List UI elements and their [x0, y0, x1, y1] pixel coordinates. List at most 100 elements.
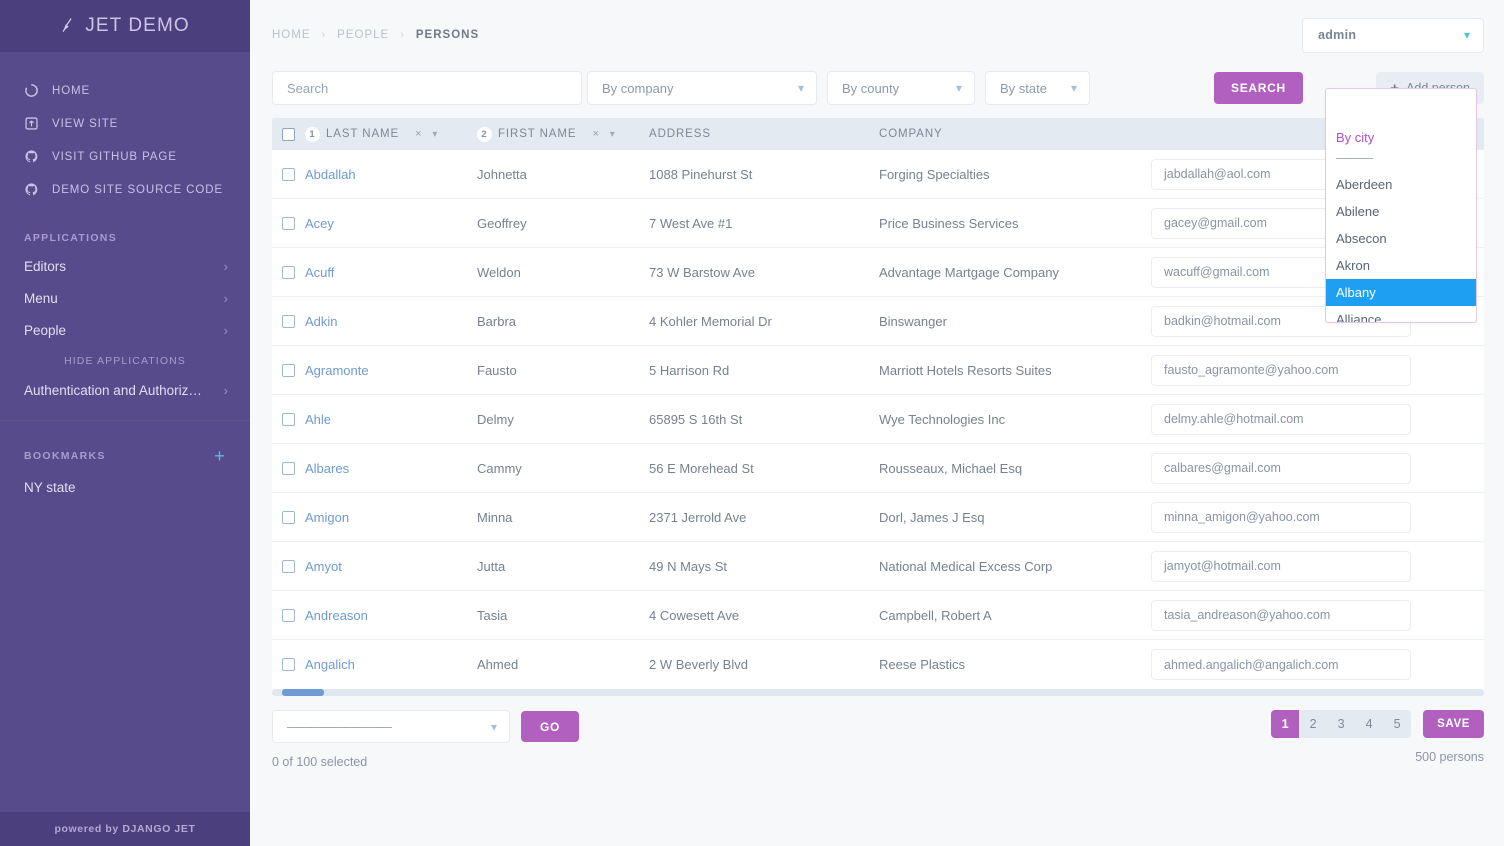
person-email-input[interactable]: minna_amigon@yahoo.com	[1151, 501, 1411, 533]
brand-header[interactable]: JET DEMO	[0, 0, 250, 52]
dropdown-option[interactable]: Absecon	[1326, 225, 1476, 252]
sidebar-app-people[interactable]: People ›	[0, 314, 250, 346]
row-checkbox[interactable]	[282, 265, 295, 279]
filter-by-county[interactable]: By county ▾	[827, 71, 975, 105]
row-checkbox[interactable]	[282, 363, 295, 377]
pagination-page-2[interactable]: 2	[1299, 710, 1327, 738]
search-input-wrap[interactable]	[272, 71, 582, 105]
person-last-name-link[interactable]: Acuff	[305, 265, 334, 280]
person-company: National Medical Excess Corp	[879, 558, 1053, 574]
select-all-checkbox[interactable]	[282, 127, 295, 141]
person-last-name-link[interactable]: Agramonte	[305, 363, 369, 378]
dropdown-option[interactable]: Alliance	[1326, 306, 1476, 322]
person-last-name-link[interactable]: Acey	[305, 216, 334, 231]
bottom-toolbar: ————————— ▾ GO 0 of 100 selected 12345 S…	[250, 696, 1504, 769]
remove-sort-icon[interactable]: ×	[592, 128, 599, 140]
table-row: Acey Geoffrey 7 West Ave #1 Price Business …	[272, 199, 1484, 248]
column-header-address[interactable]: ADDRESS	[649, 128, 879, 140]
scrollbar-thumb[interactable]	[282, 689, 324, 696]
column-header-company[interactable]: COMPANY	[879, 128, 1151, 140]
filter-by-company[interactable]: By company ▾	[587, 71, 817, 105]
person-email-cell: delmy.ahle@hotmail.com	[1151, 403, 1484, 435]
person-email-input[interactable]: jamyot@hotmail.com	[1151, 550, 1411, 582]
person-company: Price Business Services	[879, 215, 1019, 231]
person-address: 1088 Pinehurst St	[649, 166, 753, 182]
row-checkbox[interactable]	[282, 510, 295, 524]
chevron-right-icon: ›	[321, 29, 327, 41]
sidebar-item-home[interactable]: HOME	[0, 74, 250, 107]
go-button[interactable]: GO	[521, 711, 580, 742]
column-header-first-name[interactable]: 2 FIRST NAME × ▾	[477, 126, 649, 142]
chevron-down-icon[interactable]: ▾	[432, 129, 438, 140]
row-checkbox[interactable]	[282, 658, 295, 671]
row-select-cell	[272, 314, 305, 328]
column-header-label: LAST NAME	[326, 128, 400, 140]
user-menu-dropdown[interactable]: admin ▾	[1302, 17, 1484, 53]
top-bar: HOME › PEOPLE › PERSONS admin ▾	[250, 0, 1504, 70]
sidebar-app-auth[interactable]: Authentication and Authoriz… ›	[0, 374, 250, 406]
row-select-cell	[272, 559, 305, 573]
bookmark-label: NY state	[24, 479, 76, 495]
person-last-name-link[interactable]: Amigon	[305, 510, 349, 525]
person-email-input[interactable]: fausto_agramonte@yahoo.com	[1151, 354, 1411, 386]
github-icon	[24, 182, 39, 197]
bulk-action-select[interactable]: ————————— ▾	[272, 710, 510, 743]
person-last-name-link[interactable]: Albares	[305, 461, 349, 476]
city-filter-dropdown[interactable]: By city ——— Aberdeen Abilene Absecon Akron Al…	[1325, 88, 1477, 323]
bookmark-ny-state[interactable]: NY state	[0, 471, 250, 503]
sidebar-app-menu[interactable]: Menu ›	[0, 282, 250, 314]
row-checkbox[interactable]	[282, 412, 295, 426]
person-email-input[interactable]: ahmed.angalich@angalich.com	[1151, 649, 1411, 680]
person-email-input[interactable]: tasia_andreason@yahoo.com	[1151, 599, 1411, 631]
user-menu-label: admin	[1318, 28, 1357, 42]
person-first-name: Johnetta	[477, 166, 527, 182]
pagination-page-3[interactable]: 3	[1327, 710, 1355, 738]
person-last-name-link[interactable]: Angalich	[305, 657, 355, 672]
row-checkbox[interactable]	[282, 216, 295, 230]
dropdown-option[interactable]: Albany	[1326, 279, 1476, 306]
person-last-name-link[interactable]: Amyot	[305, 559, 342, 574]
filter-by-state[interactable]: By state ▾	[985, 71, 1090, 105]
person-first-name: Jutta	[477, 558, 506, 574]
sidebar-item-view-site[interactable]: VIEW SITE	[0, 107, 250, 140]
person-last-name-link[interactable]: Adkin	[305, 314, 338, 329]
chevron-right-icon: ›	[400, 29, 405, 41]
dropdown-option[interactable]: Aberdeen	[1326, 171, 1476, 198]
search-input[interactable]	[287, 80, 569, 96]
row-checkbox[interactable]	[282, 461, 295, 475]
remove-sort-icon[interactable]: ×	[415, 128, 422, 140]
save-button[interactable]: SAVE	[1423, 710, 1484, 738]
pagination-page-4[interactable]: 4	[1355, 710, 1383, 738]
search-button[interactable]: SEARCH	[1214, 72, 1303, 104]
chevron-right-icon: ›	[223, 322, 228, 338]
person-last-name-link[interactable]: Abdallah	[305, 167, 356, 182]
person-email-input[interactable]: delmy.ahle@hotmail.com	[1151, 403, 1411, 435]
sidebar-app-editors[interactable]: Editors ›	[0, 250, 250, 282]
bulk-actions: ————————— ▾ GO 0 of 100 selected	[272, 710, 580, 769]
sidebar-item-github-page[interactable]: VISIT GITHUB PAGE	[0, 140, 250, 173]
add-bookmark-icon[interactable]: +	[214, 447, 226, 465]
sidebar-item-demo-source[interactable]: DEMO SITE SOURCE CODE	[0, 173, 250, 206]
person-last-name-link[interactable]: Andreason	[305, 608, 368, 623]
pagination-row: 12345 SAVE	[1271, 710, 1484, 738]
breadcrumb-home[interactable]: HOME	[272, 29, 311, 41]
row-checkbox[interactable]	[282, 167, 295, 181]
pagination-page-5[interactable]: 5	[1383, 710, 1411, 738]
persons-table: 1 LAST NAME × ▾ 2 FIRST NAME × ▾ ADDRESS…	[272, 118, 1484, 696]
horizontal-scrollbar[interactable]	[272, 689, 1484, 696]
person-email-input[interactable]: calbares@gmail.com	[1151, 452, 1411, 484]
hide-applications-toggle[interactable]: HIDE APPLICATIONS	[0, 346, 250, 374]
dropdown-option[interactable]: Abilene	[1326, 198, 1476, 225]
row-checkbox[interactable]	[282, 608, 295, 622]
pagination-page-1[interactable]: 1	[1271, 710, 1300, 738]
person-last-name-link[interactable]: Ahle	[305, 412, 331, 427]
breadcrumb-people[interactable]: PEOPLE	[337, 29, 389, 41]
row-checkbox[interactable]	[282, 559, 295, 573]
column-header-last-name[interactable]: 1 LAST NAME × ▾	[305, 126, 477, 142]
sidebar-item-label: VIEW SITE	[52, 117, 119, 130]
dropdown-option[interactable]: ———	[1326, 144, 1476, 171]
dropdown-option[interactable]: Akron	[1326, 252, 1476, 279]
chevron-down-icon[interactable]: ▾	[610, 129, 616, 140]
chevron-right-icon: ›	[223, 290, 228, 306]
row-checkbox[interactable]	[282, 314, 295, 328]
